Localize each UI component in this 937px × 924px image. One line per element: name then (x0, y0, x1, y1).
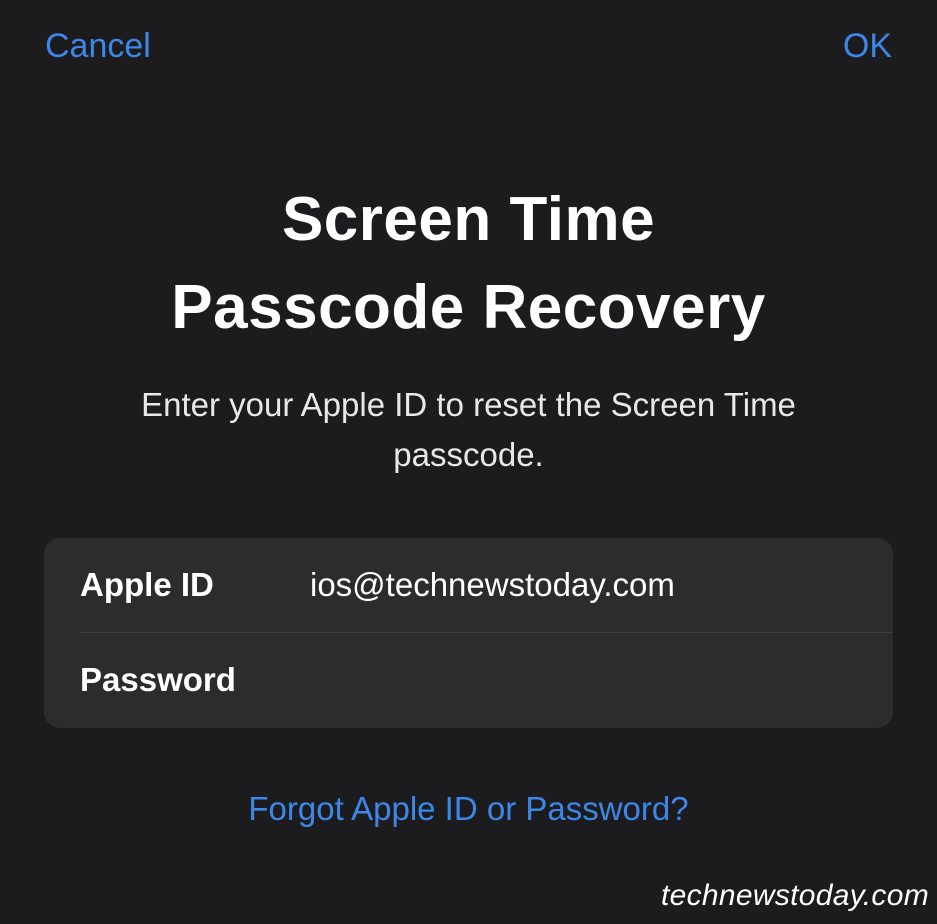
apple-id-label: Apple ID (80, 566, 214, 603)
page-title-line-1: Screen Time (281, 185, 656, 254)
forgot-apple-id-link[interactable]: Forgot Apple ID or Password? (0, 788, 937, 830)
watermark: technewstoday.com (660, 879, 929, 912)
apple-id-row[interactable]: Apple ID ios@technewstoday.com (44, 538, 893, 633)
credentials-form: Apple ID ios@technewstoday.com Password (44, 538, 893, 728)
password-row[interactable]: Password (44, 633, 893, 728)
cancel-button[interactable]: Cancel (45, 26, 151, 66)
ok-button[interactable]: OK (843, 26, 892, 66)
page-title-line-2: Passcode Recovery (171, 273, 766, 342)
password-label: Password (80, 661, 236, 698)
navigation-bar: Cancel OK (0, 0, 937, 100)
apple-id-field[interactable]: ios@technewstoday.com (310, 565, 870, 605)
instruction-text: Enter your Apple ID to reset the Screen … (141, 386, 796, 473)
page-title: Screen Time Passcode Recovery (0, 176, 937, 352)
password-field[interactable] (310, 660, 870, 700)
